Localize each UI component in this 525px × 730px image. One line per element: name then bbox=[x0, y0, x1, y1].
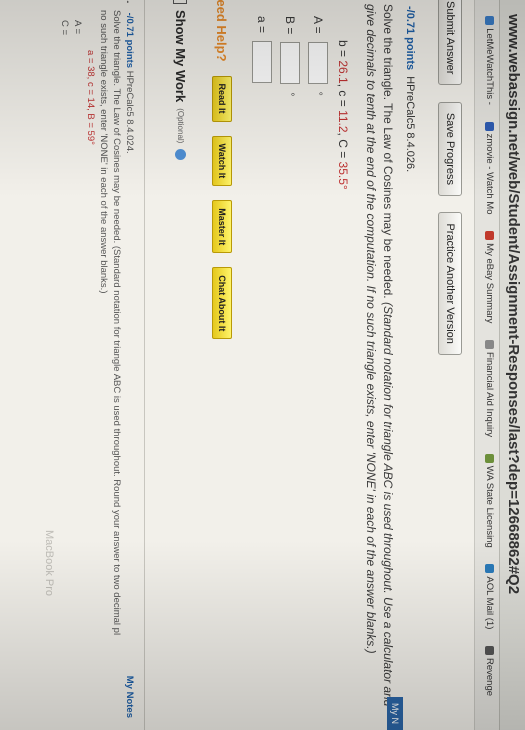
need-help-bar: Need Help? Read It Watch It Master It Ch… bbox=[212, 0, 232, 730]
assignment-toolbar: Submit Answer Save Progress Practice Ano… bbox=[430, 0, 474, 730]
browser-window: www.webassign.net/web/Student/Assignment… bbox=[0, 0, 525, 730]
ebay-icon bbox=[485, 231, 494, 241]
question-points: -/0.71 points bbox=[404, 6, 416, 71]
bookmark-zmovie[interactable]: zmovie - Watch Mo bbox=[484, 121, 495, 215]
question-header: -/0.71 points HPreCalc5 8.4.026. bbox=[404, 0, 416, 730]
given-c: 11.2 bbox=[336, 110, 350, 133]
aol-icon bbox=[485, 564, 494, 574]
page-icon bbox=[485, 340, 494, 350]
next-given-values: a = 38, c = 14, B = 59° bbox=[85, 50, 96, 145]
show-my-work-toggle[interactable]: + Show My Work (Optional) bbox=[173, 0, 188, 730]
practice-another-version-button[interactable]: Practice Another Version bbox=[438, 212, 462, 355]
need-help-label: Need Help? bbox=[214, 0, 230, 62]
url-text: www.webassign.net/web/Student/Assignment… bbox=[505, 14, 522, 595]
laptop-label: MacBook Pro bbox=[43, 530, 55, 597]
bookmark-icon bbox=[485, 646, 494, 655]
question-instructions: Solve the triangle. The Law of Cosines m… bbox=[364, 4, 395, 707]
bookmark-icon bbox=[485, 121, 494, 131]
answer-input-A[interactable] bbox=[308, 41, 328, 84]
question-number: 12. bbox=[123, 0, 136, 10]
my-notes-button[interactable]: My N bbox=[387, 697, 403, 730]
next-question: 12. -/0.71 points HPreCalc5 8.4.024. My … bbox=[58, 0, 145, 730]
submit-answer-button[interactable]: Submit Answer bbox=[438, 0, 462, 86]
answer-row-B: B = ° bbox=[280, 16, 300, 730]
given-C: 35.5° bbox=[336, 161, 350, 190]
address-bar[interactable]: www.webassign.net/web/Student/Assignment… bbox=[499, 0, 525, 730]
answer-input-a[interactable] bbox=[252, 41, 272, 84]
my-notes-link[interactable]: My Notes bbox=[123, 676, 136, 718]
bookmark-letmewatchthis[interactable]: LetMeWatchThis - bbox=[484, 16, 495, 105]
master-it-button[interactable]: Master It bbox=[212, 200, 232, 254]
save-progress-button[interactable]: Save Progress bbox=[438, 101, 462, 196]
watch-it-button[interactable]: Watch It bbox=[212, 135, 232, 187]
question-code: HPreCalc5 8.4.026. bbox=[404, 76, 416, 173]
bookmark-revenge[interactable]: Revenge bbox=[484, 646, 495, 696]
given-values: b = 26.1, c = 11.2, C = 35.5° bbox=[336, 40, 350, 190]
bookmark-ebay[interactable]: My eBay Summary bbox=[484, 231, 495, 323]
answer-row-A: A = ° bbox=[308, 16, 328, 730]
bookmarks-bar: etflix LetMeWatchThis - zmovie - Watch M… bbox=[474, 0, 499, 730]
expand-icon: + bbox=[173, 0, 188, 4]
bookmark-icon bbox=[485, 16, 494, 26]
bookmark-financial-aid[interactable]: Financial Aid Inquiry bbox=[484, 340, 495, 437]
bookmark-aol-mail[interactable]: AOL Mail (1) bbox=[484, 564, 495, 629]
chat-about-it-button[interactable]: Chat About It bbox=[212, 267, 232, 340]
arrow-icon bbox=[175, 149, 186, 161]
bookmark-icon bbox=[485, 453, 494, 463]
bookmark-wa-licensing[interactable]: WA State Licensing bbox=[484, 453, 495, 548]
given-b: 26.1 bbox=[336, 60, 350, 84]
answer-row-a: a = bbox=[252, 16, 272, 730]
read-it-button[interactable]: Read It bbox=[212, 75, 232, 122]
answer-input-B[interactable] bbox=[280, 42, 300, 85]
